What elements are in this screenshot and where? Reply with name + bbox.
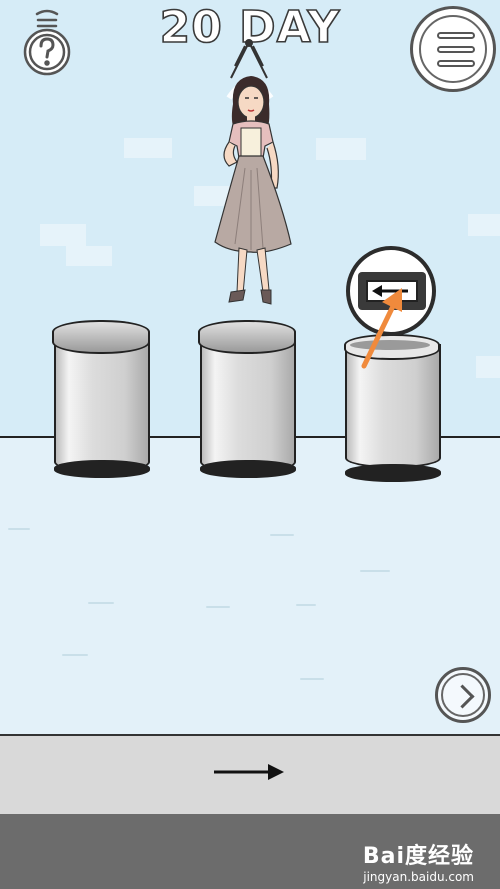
bin-base (200, 460, 296, 478)
bottom-bar: Bai度经验 jingyan.baidu.com (0, 814, 500, 889)
lightbulb-question-icon (23, 9, 71, 76)
floor-crack (300, 678, 324, 680)
arrow-right-icon (361, 288, 402, 369)
chevron-right-icon (441, 673, 485, 717)
bin-lid[interactable] (52, 320, 150, 354)
watermark-url: jingyan.baidu.com (363, 870, 474, 884)
menu-button[interactable] (410, 6, 496, 92)
trash-bin-1[interactable] (52, 320, 150, 490)
bin-lid[interactable] (198, 320, 296, 354)
floor-crack (62, 654, 88, 656)
menu-bar (437, 46, 475, 53)
watermark: Bai度经验 jingyan.baidu.com (363, 838, 474, 884)
wall-brick (468, 214, 500, 236)
menu-bar (437, 60, 475, 67)
bin-base (54, 460, 150, 478)
hint-button[interactable] (20, 2, 74, 78)
wall-brick (476, 356, 500, 378)
watermark-brand: Bai度经验 (362, 844, 474, 869)
hanging-woman (214, 39, 292, 305)
wall-brick (124, 138, 172, 158)
floor-crack (88, 602, 114, 604)
floor-crack (8, 528, 30, 530)
next-button[interactable] (435, 667, 491, 723)
bin-body (200, 334, 296, 472)
trash-bin-2[interactable] (198, 320, 296, 490)
floor-crack (296, 604, 316, 606)
answer-strip (0, 734, 500, 816)
arrow-right-icon (214, 764, 284, 780)
wall-brick (316, 138, 366, 160)
floor-crack (360, 570, 390, 572)
wall-brick (66, 246, 112, 266)
bin-base (345, 464, 441, 482)
chevron-shape (450, 684, 475, 709)
floor-crack (206, 606, 230, 608)
bin-body (54, 334, 150, 472)
floor-crack (270, 534, 294, 536)
wall-brick (40, 224, 86, 246)
menu-bar (437, 32, 475, 39)
